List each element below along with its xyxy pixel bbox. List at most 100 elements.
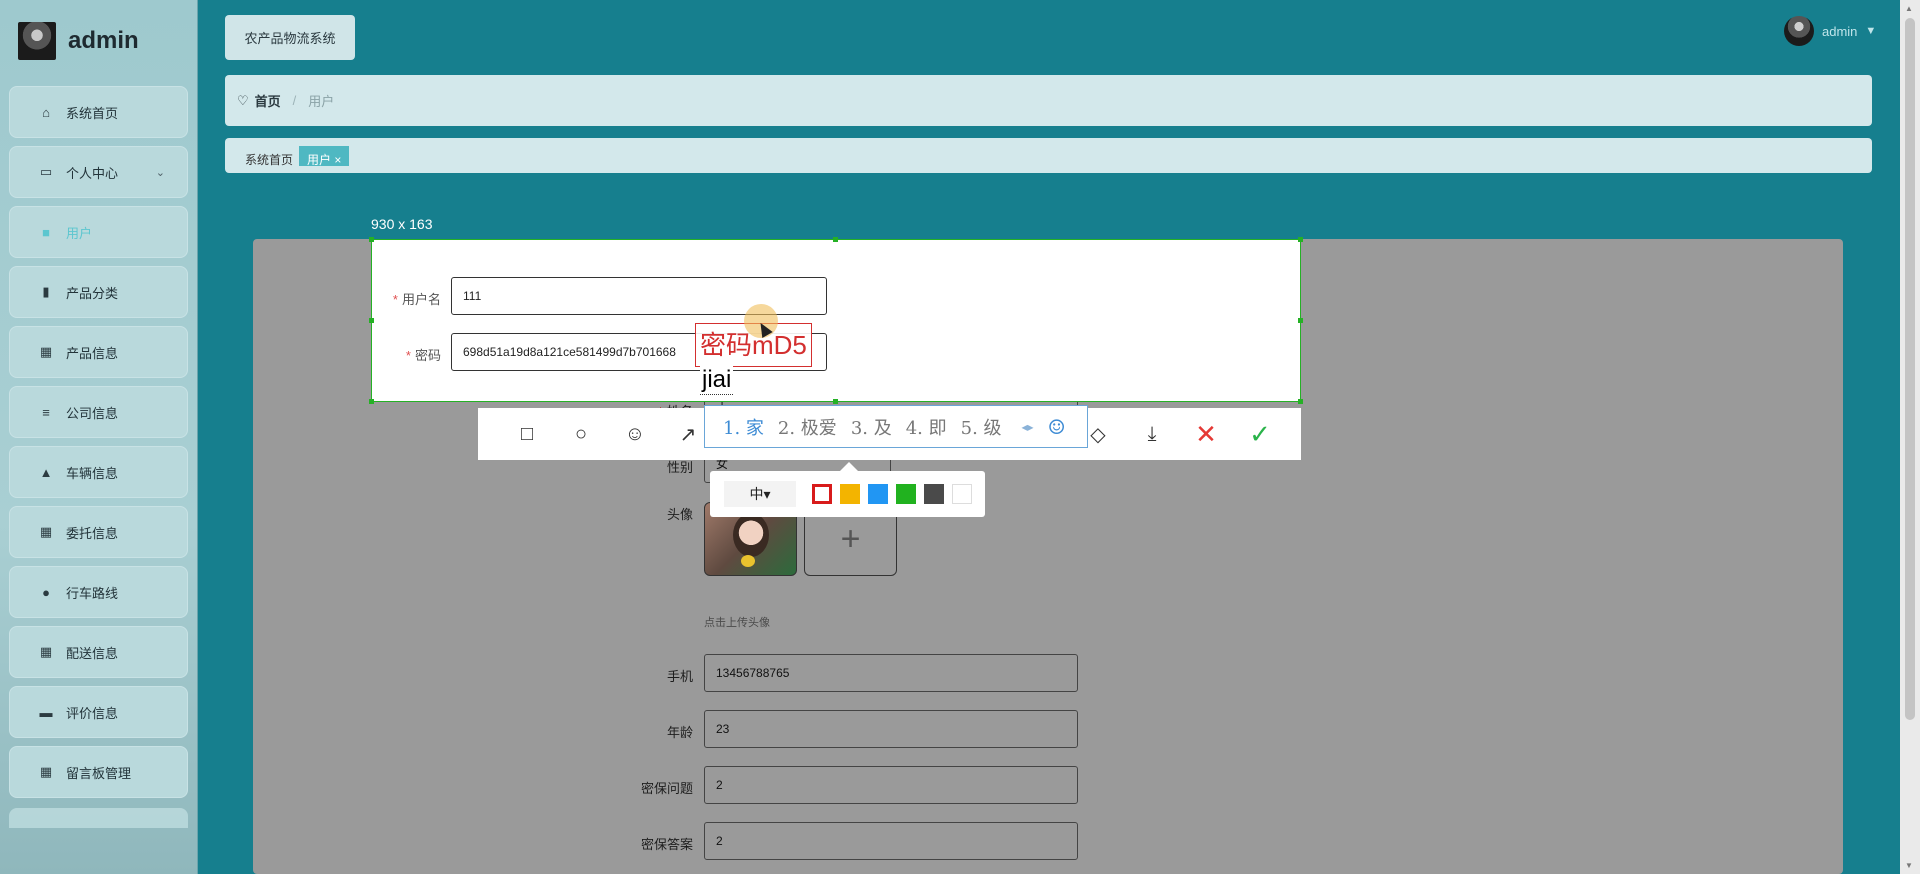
tags-bar: 系统首页 用户 × (225, 138, 1872, 173)
ime-candidate[interactable]: 1. 家 (723, 414, 764, 440)
sidebar-item-partial[interactable] (9, 808, 188, 828)
chat-icon: ▬ (39, 704, 53, 720)
color-swatch-green[interactable] (896, 484, 916, 504)
ime-candidate[interactable]: 2. 极爱 (778, 414, 837, 440)
sidebar-item-label: 评价信息 (66, 705, 119, 721)
username-label: * 用户名 (392, 292, 441, 307)
sidebar-item-label: 公司信息 (66, 405, 119, 421)
bar-chart-icon: ▮ (42, 284, 50, 299)
security-question-label: 密保问题 (640, 781, 693, 796)
eraser-tool-icon[interactable]: ◇ (1086, 422, 1110, 446)
form-row-age: 年龄 23 (253, 710, 1153, 750)
grid-icon: ▦ (39, 344, 53, 359)
resize-handle[interactable] (1298, 399, 1303, 404)
breadcrumb-current: 用户 (308, 94, 335, 109)
color-swatch-red[interactable] (812, 484, 832, 504)
color-swatch-white[interactable] (952, 484, 972, 504)
sidebar-item-label: 车辆信息 (66, 465, 119, 481)
phone-label: 手机 (666, 669, 693, 684)
color-swatch-dark[interactable] (924, 484, 944, 504)
resize-handle[interactable] (1298, 318, 1303, 323)
system-title-button[interactable]: 农产品物流系统 (225, 15, 355, 60)
avatar (1784, 16, 1814, 46)
scroll-thumb[interactable] (1905, 18, 1915, 720)
resize-handle[interactable] (369, 318, 374, 323)
avatar-label: 头像 (666, 507, 693, 522)
color-palette: 中▾ (710, 471, 985, 517)
sidebar-item-route[interactable]: ● 行车路线 (9, 566, 188, 618)
cancel-icon[interactable]: ✕ (1194, 419, 1218, 449)
heart-icon: ♡ (237, 92, 249, 108)
circle-tool-icon[interactable]: ○ (569, 422, 593, 446)
resize-handle[interactable] (833, 399, 838, 404)
ime-candidate[interactable]: 4. 即 (906, 414, 947, 440)
person-icon: ▲ (39, 464, 53, 480)
password-label: * 密码 (405, 348, 441, 363)
scroll-up-icon[interactable]: ▲ (1905, 4, 1913, 13)
age-label: 年龄 (666, 725, 693, 740)
sidebar-item-commission-info[interactable]: ▦ 委托信息 (9, 506, 188, 558)
breadcrumb-home[interactable]: 首页 (255, 91, 281, 110)
age-input[interactable]: 23 (704, 710, 1078, 748)
grid-icon: ▦ (39, 644, 53, 659)
tag-users[interactable]: 用户 × (299, 146, 350, 167)
ime-composition-text: jiai (700, 366, 734, 395)
sidebar-item-users[interactable]: ■ 用户 (9, 206, 188, 258)
ime-candidate[interactable]: 3. 及 (851, 414, 892, 440)
sidebar-item-review-info[interactable]: ▬ 评价信息 (9, 686, 188, 738)
security-question-input[interactable]: 2 (704, 766, 1078, 804)
resize-handle[interactable] (1298, 237, 1303, 242)
location-icon: ● (42, 584, 50, 600)
rectangle-tool-icon[interactable]: □ (515, 422, 539, 446)
save-icon[interactable]: ⤓ (1140, 422, 1164, 446)
sidebar-item-label: 个人中心 (66, 165, 119, 181)
sidebar-item-delivery-info[interactable]: ▦ 配送信息 (9, 626, 188, 678)
caret-down-icon: ▼ (1865, 25, 1877, 37)
brand: admin (18, 22, 139, 60)
sidebar: admin ⌂ 系统首页 ▭ 个人中心 ⌄ ■ 用户 ▮ 产品分类 ▦ 产品信息… (0, 0, 197, 874)
resize-handle[interactable] (833, 237, 838, 242)
user-menu[interactable]: admin ▼ (1784, 16, 1876, 46)
sidebar-item-product-category[interactable]: ▮ 产品分类 (9, 266, 188, 318)
confirm-icon[interactable]: ✓ (1248, 419, 1272, 449)
form-row-phone: 手机 13456788765 (253, 654, 1153, 694)
color-swatch-blue[interactable] (868, 484, 888, 504)
color-swatch-yellow[interactable] (840, 484, 860, 504)
font-size-select[interactable]: 中▾ (724, 481, 796, 507)
sidebar-item-product-info[interactable]: ▦ 产品信息 (9, 326, 188, 378)
sliders-icon: ≡ (42, 404, 50, 420)
resize-handle[interactable] (369, 399, 374, 404)
sidebar-item-home[interactable]: ⌂ 系统首页 (9, 86, 188, 138)
form-row-answer: 密保答案 2 (253, 822, 1153, 862)
tag-home[interactable]: 系统首页 (237, 146, 301, 167)
ime-emoji-icon[interactable]: ☺ (1048, 415, 1066, 439)
sidebar-item-personal-center[interactable]: ▭ 个人中心 ⌄ (9, 146, 188, 198)
calendar-icon: ▭ (39, 164, 53, 179)
sidebar-item-label: 配送信息 (66, 645, 119, 661)
palette-pointer (840, 462, 858, 471)
emoji-tool-icon[interactable]: ☺ (623, 422, 647, 446)
ime-page-arrows-icon[interactable]: ◂▸ (1022, 420, 1034, 434)
ime-candidate-bar: 1. 家 2. 极爱 3. 及 4. 即 5. 级 ◂▸ ☺ (704, 405, 1088, 448)
sidebar-item-vehicle-info[interactable]: ▲ 车辆信息 (9, 446, 188, 498)
ime-candidate[interactable]: 5. 级 (961, 414, 1002, 440)
sidebar-item-company-info[interactable]: ≡ 公司信息 (9, 386, 188, 438)
grid-icon: ▦ (39, 524, 53, 539)
screenshot-selection[interactable]: * 用户名 111 * 密码 698d51a19d8a121ce581499d7b7… (371, 239, 1301, 402)
sidebar-item-label: 用户 (66, 225, 93, 241)
arrow-tool-icon[interactable]: ↗ (676, 422, 700, 446)
brand-name: admin (68, 27, 139, 54)
scroll-down-icon[interactable]: ▼ (1905, 861, 1913, 870)
form-row-avatar: 头像 (253, 492, 1153, 532)
security-answer-input[interactable]: 2 (704, 822, 1078, 860)
breadcrumb: ♡ 首页 / 用户 (225, 75, 1872, 126)
sidebar-item-message-board[interactable]: ▦ 留言板管理 (9, 746, 188, 798)
resize-handle[interactable] (369, 237, 374, 242)
scrollbar[interactable]: ▲ ▼ (1900, 0, 1920, 874)
phone-input[interactable]: 13456788765 (704, 654, 1078, 692)
grid-icon: ▦ (39, 764, 53, 779)
home-icon: ⌂ (42, 104, 50, 120)
breadcrumb-separator: / (292, 93, 297, 108)
form-row-question: 密保问题 2 (253, 766, 1153, 806)
user-name: admin (1822, 23, 1858, 39)
